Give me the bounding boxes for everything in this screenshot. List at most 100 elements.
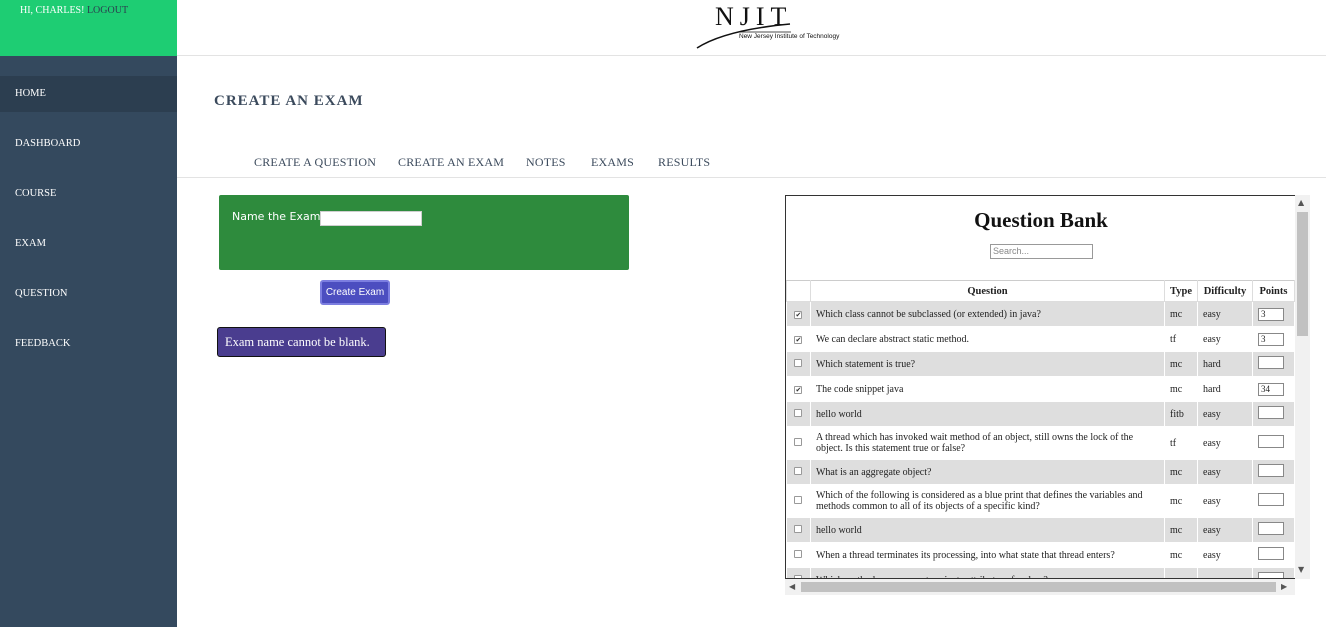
points-cell: [1251, 401, 1295, 427]
sidebar-item-question[interactable]: QUESTION: [0, 276, 177, 312]
question-bank-panel: Question Bank Search... Question Type Di…: [785, 195, 1295, 579]
scroll-down-icon[interactable]: ▼: [1298, 566, 1304, 574]
question-checkbox[interactable]: [794, 549, 803, 558]
tab-notes[interactable]: NOTES: [526, 155, 566, 170]
tab-exams[interactable]: EXAMS: [591, 155, 634, 170]
question-bank-title: Question Bank: [974, 208, 1108, 232]
create-exam-button[interactable]: Create Exam: [320, 280, 390, 305]
points-input[interactable]: [1257, 522, 1284, 535]
question-question-cell: When a thread terminates its processing,…: [809, 542, 1166, 568]
sidebar-item-home[interactable]: HOME: [0, 76, 177, 112]
question-type-cell: fitb: [1164, 401, 1198, 427]
question-checkbox[interactable]: ✔: [794, 310, 803, 319]
error-message: Exam name cannot be blank.: [217, 327, 386, 357]
sidebar-item-course[interactable]: COURSE: [0, 176, 177, 212]
question-type-cell: mc: [1164, 567, 1198, 578]
tab-create-question[interactable]: CREATE A QUESTION: [254, 155, 376, 170]
vertical-scroll-thumb[interactable]: [1297, 212, 1308, 336]
table-row: hello world mc easy: [786, 517, 1295, 543]
points-input[interactable]: [1257, 406, 1284, 419]
select-cell: [786, 401, 811, 427]
logo-subtitle: New Jersey Institute of Technology: [739, 33, 840, 40]
question-difficulty-cell: easy: [1197, 326, 1253, 352]
tab-results[interactable]: RESULTS: [658, 155, 710, 170]
points-input[interactable]: [1257, 572, 1284, 578]
points-cell: 3: [1251, 301, 1295, 327]
question-checkbox[interactable]: [794, 495, 803, 504]
table-row: When a thread terminates its processing,…: [786, 542, 1295, 568]
question-type-cell: mc: [1164, 484, 1198, 518]
question-difficulty-cell: hard: [1197, 351, 1253, 377]
horizontal-scrollbar[interactable]: ◀ ▶: [785, 579, 1295, 595]
points-cell: 3: [1251, 326, 1295, 352]
points-cell: [1251, 459, 1295, 485]
question-difficulty-cell: easy: [1197, 426, 1253, 460]
horizontal-scroll-thumb[interactable]: [801, 582, 1276, 592]
select-cell: [786, 567, 811, 578]
question-checkbox[interactable]: [794, 466, 803, 475]
column-header-select: [786, 280, 811, 302]
exam-name-panel: Name the Exam:: [219, 195, 629, 270]
question-difficulty-cell: easy: [1197, 401, 1253, 427]
points-cell: [1251, 351, 1295, 377]
question-difficulty-cell: easy: [1197, 484, 1253, 518]
question-difficulty-cell: easy: [1197, 459, 1253, 485]
question-question-cell: Which of the following is considered as …: [809, 484, 1166, 518]
table-header-row: Question Type Difficulty Points: [786, 280, 1295, 302]
scroll-up-icon[interactable]: ▲: [1298, 199, 1304, 207]
points-input[interactable]: [1257, 547, 1284, 560]
sidebar-item-exam[interactable]: EXAM: [0, 226, 177, 262]
vertical-scrollbar[interactable]: ▲ ▼: [1295, 195, 1310, 579]
points-input[interactable]: 3: [1257, 307, 1284, 321]
select-cell: ✔: [786, 326, 811, 352]
points-input[interactable]: [1257, 464, 1284, 477]
question-question-cell: What is an aggregate object?: [809, 459, 1166, 485]
question-checkbox[interactable]: ✔: [794, 335, 803, 344]
column-header-difficulty: Difficulty: [1197, 280, 1253, 302]
scroll-left-icon[interactable]: ◀: [789, 583, 795, 591]
points-cell: 34: [1251, 376, 1295, 402]
select-cell: [786, 426, 811, 460]
logo-text: NJIT: [715, 2, 793, 31]
question-type-cell: tf: [1164, 326, 1198, 352]
select-cell: [786, 351, 811, 377]
question-checkbox[interactable]: [794, 437, 803, 446]
scroll-right-icon[interactable]: ▶: [1281, 583, 1287, 591]
sidebar-item-feedback[interactable]: FEEDBACK: [0, 326, 177, 362]
question-table-body: ✔ Which class cannot be subclassed (or ex…: [786, 301, 1295, 578]
table-row: ✔ We can declare abstract static method. t…: [786, 326, 1295, 352]
njit-logo[interactable]: NJIT New Jersey Institute of Technology: [695, 2, 865, 50]
question-difficulty-cell: easy: [1197, 567, 1253, 578]
sidebar-item-dashboard[interactable]: DASHBOARD: [0, 126, 177, 162]
question-checkbox[interactable]: [794, 408, 803, 417]
question-type-cell: mc: [1164, 542, 1198, 568]
points-cell: [1251, 517, 1295, 543]
exam-name-input[interactable]: [320, 211, 422, 226]
exam-name-label: Name the Exam:: [232, 210, 325, 223]
points-input[interactable]: [1257, 356, 1284, 369]
table-row: hello world fitb easy: [786, 401, 1295, 427]
points-input[interactable]: [1257, 435, 1284, 448]
question-checkbox[interactable]: [794, 358, 803, 367]
question-checkbox[interactable]: [794, 524, 803, 533]
question-search-input[interactable]: Search...: [990, 244, 1093, 259]
points-cell: [1251, 484, 1295, 518]
question-question-cell: hello world: [809, 517, 1166, 543]
points-input[interactable]: [1257, 493, 1284, 506]
question-type-cell: mc: [1164, 376, 1198, 402]
select-cell: ✔: [786, 301, 811, 327]
question-checkbox[interactable]: ✔: [794, 385, 803, 394]
question-type-cell: mc: [1164, 351, 1198, 377]
column-header-type: Type: [1164, 280, 1198, 302]
sidebar: HI, CHARLES! LOGOUT HOME DASHBOARD COURS…: [0, 0, 177, 627]
select-cell: ✔: [786, 376, 811, 402]
tab-create-exam[interactable]: CREATE AN EXAM: [398, 155, 504, 170]
greeting-text: HI, CHARLES!: [20, 5, 85, 16]
table-row: Which methods can access to private attr…: [786, 567, 1295, 578]
question-question-cell: The code snippet java: [809, 376, 1166, 402]
points-input[interactable]: 3: [1257, 332, 1284, 346]
sub-navigation: CREATE A QUESTION CREATE AN EXAM NOTES E…: [177, 150, 1326, 178]
logout-link[interactable]: LOGOUT: [87, 5, 128, 16]
points-input[interactable]: 34: [1257, 382, 1284, 396]
question-type-cell: mc: [1164, 301, 1198, 327]
